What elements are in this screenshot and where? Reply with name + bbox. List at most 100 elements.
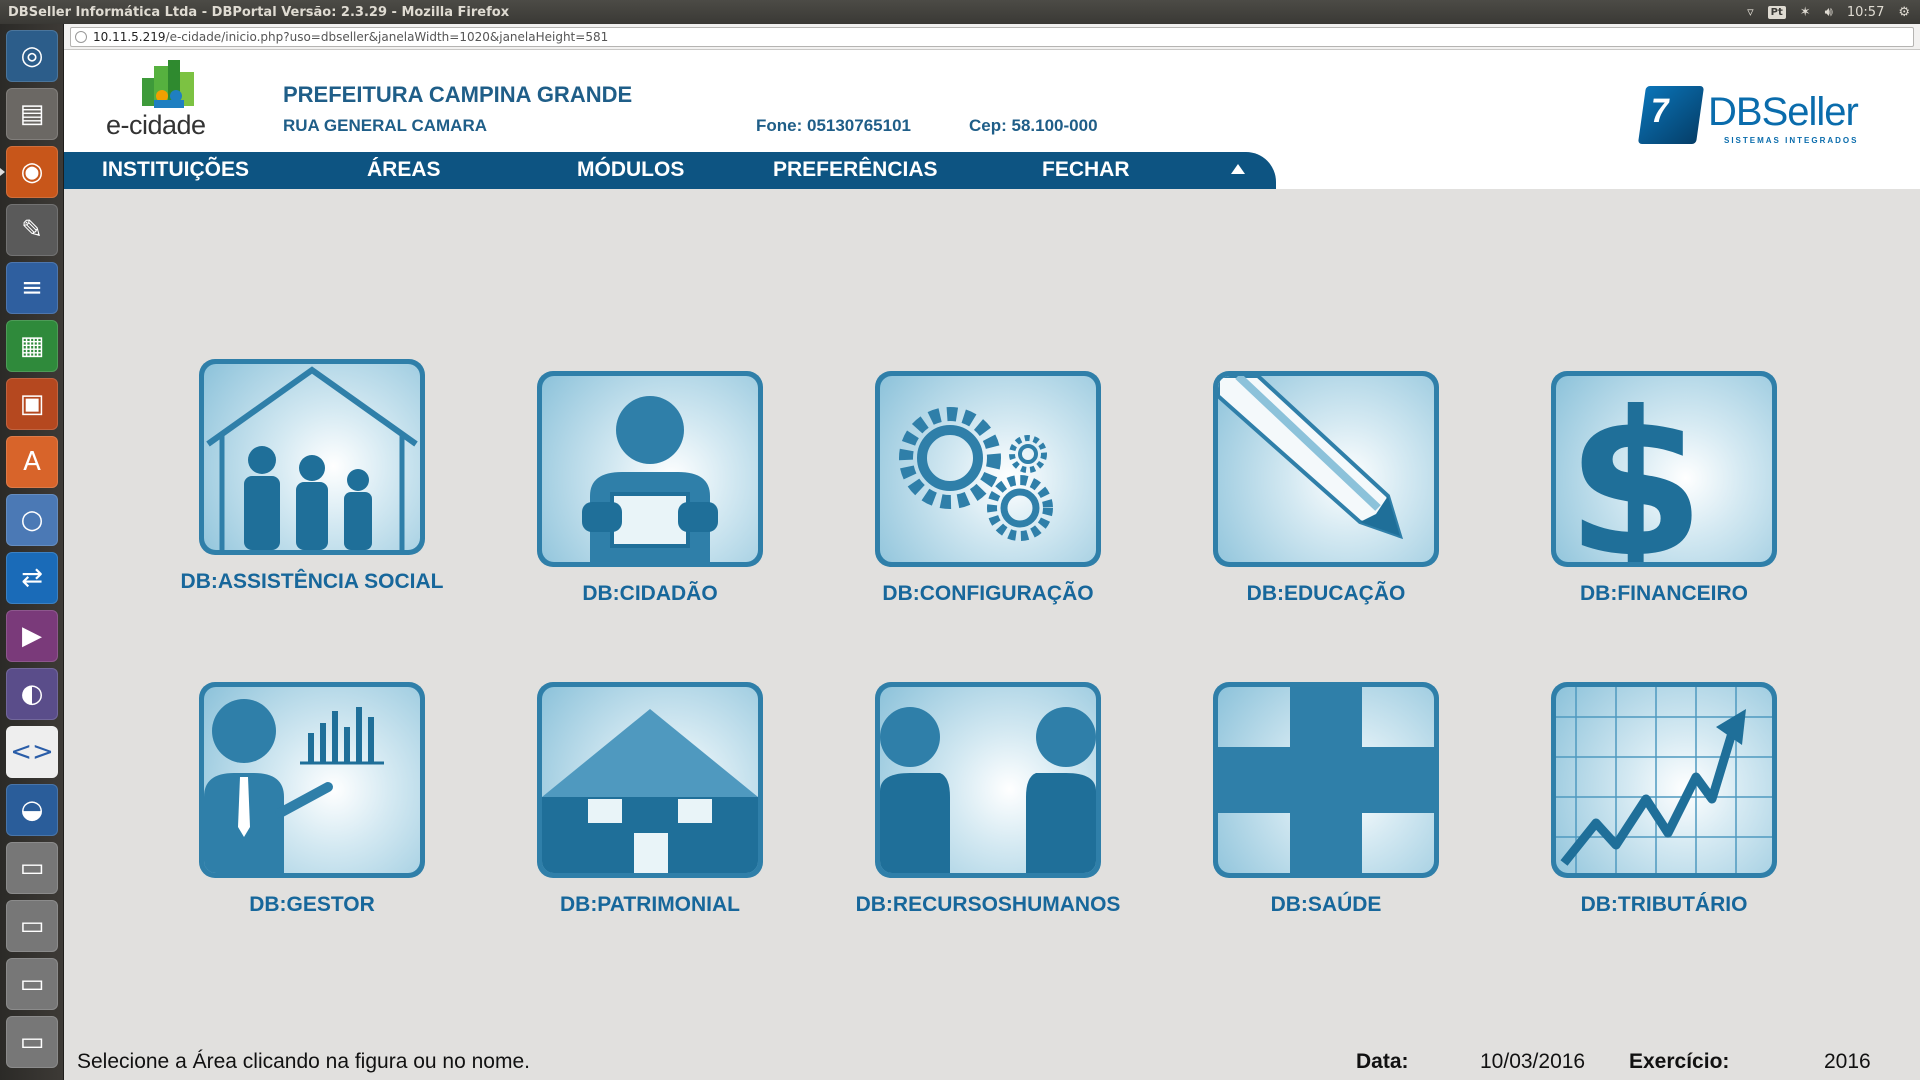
clock[interactable]: 10:57 (1847, 5, 1884, 20)
address-input[interactable]: 10.11.5.219/e-cidade/inicio.php?uso=dbse… (70, 27, 1914, 47)
dash-icon[interactable]: ◎ (6, 30, 58, 82)
module-tributario[interactable]: DB:TRIBUTÁRIO (1519, 682, 1809, 917)
module-label[interactable]: DB:TRIBUTÁRIO (1519, 892, 1809, 917)
module-tile[interactable] (1551, 682, 1777, 878)
module-saude[interactable]: DB:SAÚDE (1181, 682, 1471, 917)
module-label[interactable]: DB:EDUCAÇÃO (1181, 581, 1471, 606)
module-tile[interactable] (199, 359, 425, 555)
files-icon[interactable]: ▤ (6, 88, 58, 140)
menu-fechar[interactable]: FECHAR (1042, 158, 1130, 182)
writer-icon[interactable]: ≡ (6, 262, 58, 314)
module-label[interactable]: DB:CONFIGURAÇÃO (843, 581, 1133, 606)
dbseller-logo: 7 DBSeller SISTEMAS INTEGRADOS (1637, 86, 1872, 156)
organization-street: RUA GENERAL CAMARA (283, 116, 487, 135)
module-tile[interactable] (199, 682, 425, 878)
ecidade-logo[interactable]: e-cidade (106, 58, 232, 146)
family-house-icon (206, 366, 418, 550)
dbseller-mark-icon: 7 (1637, 86, 1705, 144)
url-bar: 10.11.5.219/e-cidade/inicio.php?uso=dbse… (64, 24, 1920, 50)
mysql-workbench-icon[interactable]: ◒ (6, 784, 58, 836)
module-financeiro[interactable]: $ DB:FINANCEIRO (1519, 371, 1809, 606)
module-patrimonial[interactable]: DB:PATRIMONIAL (505, 682, 795, 917)
module-label[interactable]: DB:ASSISTÊNCIA SOCIAL (167, 569, 457, 594)
health-cross-icon (1218, 687, 1434, 873)
media-player-icon[interactable]: ▶ (6, 610, 58, 662)
volume-icon[interactable]: 🔊︎ (1825, 5, 1833, 20)
url-host: 10.11.5.219 (93, 30, 166, 44)
window-title: DBSeller Informática Ltda - DBPortal Ver… (8, 4, 510, 20)
exercise-label: Exercício: (1629, 1050, 1730, 1073)
module-tile[interactable] (1213, 371, 1439, 567)
main-menu: INSTITUIÇÕES ÁREAS MÓDULOS PREFERÊNCIAS … (64, 152, 1276, 189)
code-editor-icon[interactable]: <> (6, 726, 58, 778)
collapse-menu-icon[interactable] (1231, 164, 1245, 174)
module-label[interactable]: DB:CIDADÃO (505, 581, 795, 606)
growth-chart-icon (1556, 687, 1772, 873)
module-label[interactable]: DB:SAÚDE (1181, 892, 1471, 917)
people-icon (880, 707, 1096, 873)
drive-icon-4[interactable]: ▭ (6, 1016, 58, 1068)
gears-icon (899, 407, 1053, 541)
module-tile[interactable] (537, 371, 763, 567)
logo-wordmark: e-cidade (106, 110, 206, 140)
site-info-icon[interactable] (75, 31, 87, 43)
calc-icon[interactable]: ▦ (6, 320, 58, 372)
drive-icon-1[interactable]: ▭ (6, 842, 58, 894)
status-footer: Selecione a Área clicando na figura ou n… (64, 1038, 1920, 1080)
module-label[interactable]: DB:RECURSOSHUMANOS (843, 892, 1133, 917)
chromium-icon[interactable]: ○ (6, 494, 58, 546)
module-tile[interactable]: $ (1551, 371, 1777, 567)
module-tile[interactable] (1213, 682, 1439, 878)
footer-hint: Selecione a Área clicando na figura ou n… (77, 1050, 530, 1073)
module-configuracao[interactable]: DB:CONFIGURAÇÃO (843, 371, 1133, 606)
organization-name: PREFEITURA CAMPINA GRANDE (283, 82, 633, 107)
dollar-icon: $ (1566, 376, 1705, 562)
bluetooth-icon[interactable]: ✶ (1800, 5, 1811, 20)
url-path: /e-cidade/inicio.php?uso=dbseller&janela… (165, 30, 609, 44)
menu-preferencias[interactable]: PREFERÊNCIAS (773, 158, 938, 182)
manager-chart-icon (204, 699, 384, 873)
system-indicators: ▿ Pt ✶ 🔊︎ 10:57 ⚙ (1747, 5, 1920, 20)
text-editor-icon[interactable]: ✎ (6, 204, 58, 256)
svg-text:$: $ (1566, 376, 1705, 562)
date-label: Data: (1356, 1050, 1409, 1073)
organization-cep: Cep: 58.100-000 (969, 116, 1098, 135)
module-label[interactable]: DB:FINANCEIRO (1519, 581, 1809, 606)
module-cidadao[interactable]: DB:CIDADÃO (505, 371, 795, 606)
module-tile[interactable] (875, 371, 1101, 567)
module-tile[interactable] (875, 682, 1101, 878)
module-label[interactable]: DB:GESTOR (167, 892, 457, 917)
teamviewer-icon[interactable]: ⇄ (6, 552, 58, 604)
menu-areas[interactable]: ÁREAS (367, 158, 441, 182)
top-panel: DBSeller Informática Ltda - DBPortal Ver… (0, 0, 1920, 24)
software-center-icon[interactable]: A (6, 436, 58, 488)
module-recursos-humanos[interactable]: DB:RECURSOSHUMANOS (843, 682, 1133, 917)
gear-icon[interactable]: ⚙ (1898, 5, 1910, 20)
impress-icon[interactable]: ▣ (6, 378, 58, 430)
menu-modulos[interactable]: MÓDULOS (577, 158, 684, 182)
citizen-icon (582, 396, 718, 562)
drive-icon-2[interactable]: ▭ (6, 900, 58, 952)
module-grid: DB:ASSISTÊNCIA SOCIAL DB:CIDADÃO DB:CONF… (64, 189, 1920, 1069)
date-value: 10/03/2016 (1480, 1050, 1586, 1073)
drive-icon-3[interactable]: ▭ (6, 958, 58, 1010)
building-icon (542, 709, 758, 873)
browser-window: 10.11.5.219/e-cidade/inicio.php?uso=dbse… (64, 24, 1920, 1080)
eclipse-icon[interactable]: ◐ (6, 668, 58, 720)
module-educacao[interactable]: DB:EDUCAÇÃO (1181, 371, 1471, 606)
city-buildings-icon (142, 60, 194, 108)
module-assistencia-social[interactable]: DB:ASSISTÊNCIA SOCIAL (167, 359, 457, 594)
wifi-icon[interactable]: ▿ (1747, 5, 1754, 20)
exercise-value: 2016 (1824, 1050, 1871, 1073)
launcher: ◎ ▤ ◉ ✎ ≡ ▦ ▣ A ○ ⇄ ▶ ◐ <> ◒ ▭ ▭ ▭ ▭ (0, 24, 64, 1080)
module-gestor[interactable]: DB:GESTOR (167, 682, 457, 917)
module-tile[interactable] (537, 682, 763, 878)
menu-instituicoes[interactable]: INSTITUIÇÕES (102, 158, 249, 182)
dbseller-wordmark: DBSeller (1708, 90, 1859, 134)
firefox-icon[interactable]: ◉ (0, 146, 58, 198)
pencil-icon (1218, 376, 1404, 540)
module-label[interactable]: DB:PATRIMONIAL (505, 892, 795, 917)
keyboard-layout-indicator[interactable]: Pt (1767, 5, 1786, 19)
dbseller-tagline: SISTEMAS INTEGRADOS (1724, 136, 1859, 145)
organization-phone: Fone: 05130765101 (756, 116, 911, 135)
